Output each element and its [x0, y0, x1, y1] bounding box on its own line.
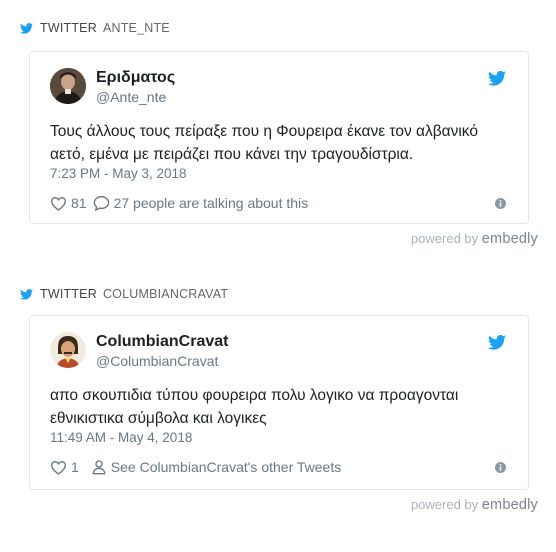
info-icon[interactable] [495, 462, 506, 473]
tweet-card[interactable]: ColumbianCravat @ColumbianCravat απο σκο… [29, 315, 529, 490]
powered-by-embedly[interactable]: powered by embedly [411, 231, 538, 247]
avatar[interactable] [50, 332, 86, 368]
other-tweets-link[interactable]: See ColumbianCravat's other Tweets [91, 459, 341, 475]
twitter-bird-icon [20, 288, 33, 300]
like-count: 1 [71, 459, 79, 475]
other-tweets-label: See ColumbianCravat's other Tweets [110, 459, 342, 475]
powered-by-prefix: powered by [410, 497, 479, 512]
conversation-label: 27 people are talking about this [113, 195, 309, 211]
tweet-card[interactable]: Εριδματος @Ante_nte Τους άλλους τους πεί… [29, 51, 529, 224]
embed-source-header[interactable]: TWITTER ANTE_NTE [20, 20, 170, 36]
twitter-bird-icon[interactable] [488, 71, 506, 86]
author-handle[interactable]: @Ante_nte [96, 89, 166, 105]
author-name[interactable]: Εριδματος [96, 69, 175, 87]
embedly-brand: embedly [481, 497, 538, 513]
embedly-brand: embedly [481, 231, 538, 247]
source-name: TWITTER [40, 21, 97, 35]
person-icon [92, 460, 106, 475]
heart-icon [51, 196, 66, 211]
avatar[interactable] [50, 68, 86, 104]
author-handle[interactable]: @ColumbianCravat [96, 353, 218, 369]
speech-bubble-icon [93, 195, 109, 211]
twitter-bird-icon[interactable] [488, 335, 506, 350]
like-button[interactable]: 81 [50, 195, 87, 211]
tweet-actions: 81 27 people are talking about this [50, 193, 314, 213]
tweet-actions: 1 See ColumbianCravat's other Tweets [50, 457, 347, 477]
heart-icon [51, 460, 66, 475]
like-count: 81 [71, 195, 87, 211]
info-icon[interactable] [495, 198, 506, 209]
twitter-bird-icon [20, 22, 33, 34]
source-name: TWITTER [40, 287, 97, 301]
embed-source-header[interactable]: TWITTER COLUMBIANCRAVAT [20, 286, 228, 302]
powered-by-embedly[interactable]: powered by embedly [411, 497, 538, 513]
powered-by-prefix: powered by [410, 231, 479, 246]
source-handle[interactable]: ANTE_NTE [103, 21, 170, 35]
avatar-image [50, 332, 86, 368]
conversation-link[interactable]: 27 people are talking about this [93, 195, 309, 211]
tweet-text: απο σκουπιδια τύπου φουρειρα πολυ λογικο… [50, 387, 459, 427]
tweet-timestamp[interactable]: 7:23 PM - May 3, 2018 [50, 166, 187, 181]
tweet-timestamp[interactable]: 11:49 AM - May 4, 2018 [50, 430, 192, 445]
author-name[interactable]: ColumbianCravat [96, 333, 228, 351]
tweet-text: Τους άλλους τους πείραξε που η Φουρειρα … [50, 123, 478, 163]
avatar-image [50, 68, 86, 104]
like-button[interactable]: 1 [50, 459, 79, 475]
source-handle[interactable]: COLUMBIANCRAVAT [103, 287, 228, 301]
